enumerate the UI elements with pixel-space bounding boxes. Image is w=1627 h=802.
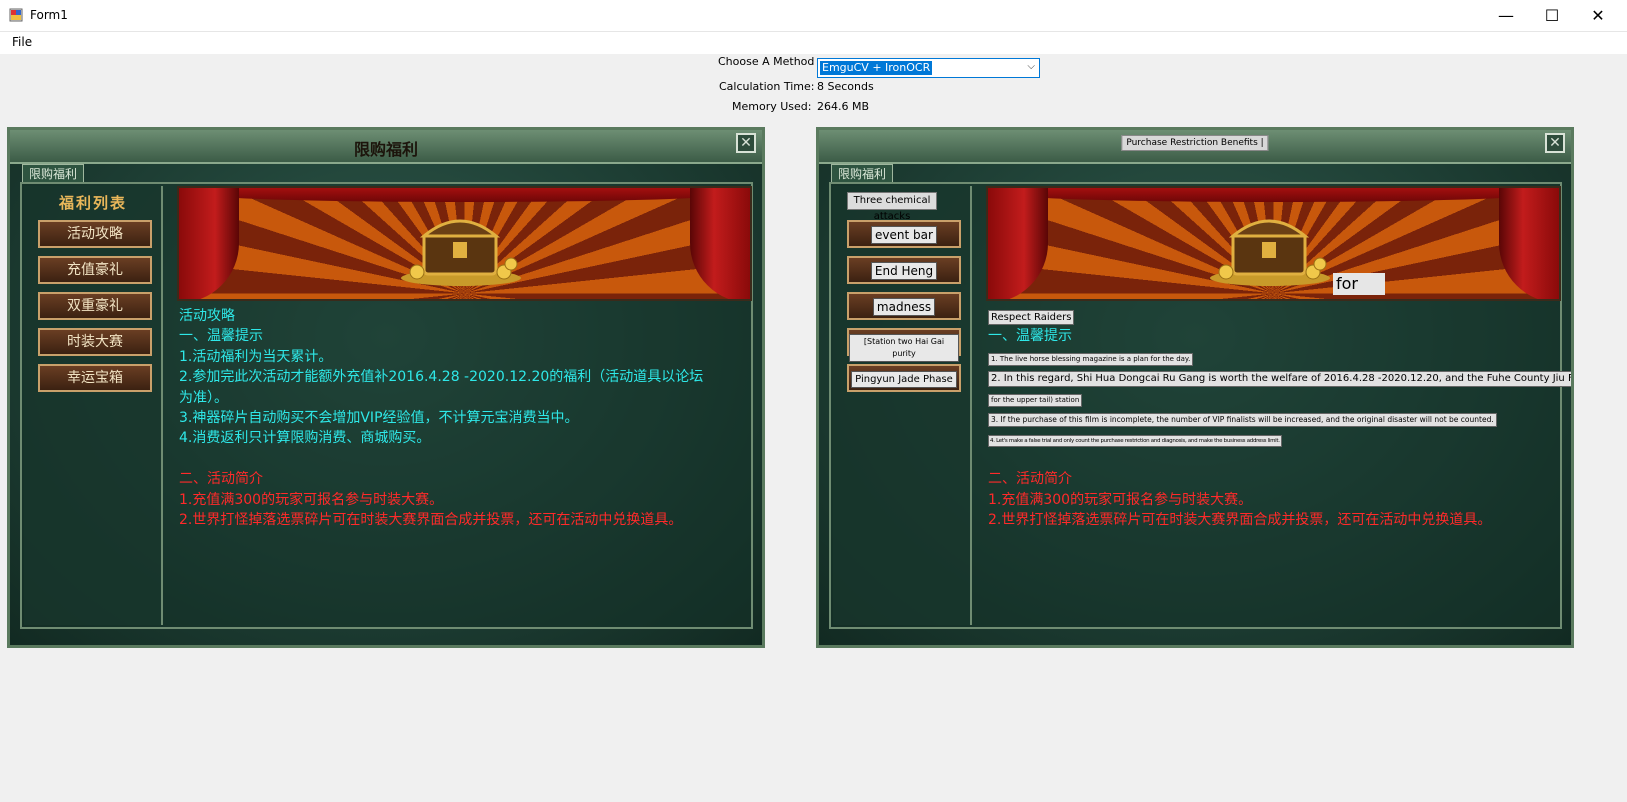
ocr-label: [Station two Hai Gai purity (849, 334, 959, 362)
sidebar: Three chemical attacks event bar End Hen… (833, 186, 972, 625)
content-line: 一、温馨提示 (179, 328, 263, 345)
sidebar-button: [Station two Hai Gai purity (847, 328, 961, 362)
content-line: 二、活动简介 (179, 471, 263, 488)
sidebar-button: 活动攻略 (38, 220, 152, 248)
ocr-line: 3. If the purchase of this film is incom… (988, 412, 1497, 427)
sidebar-button: madness (847, 292, 961, 320)
content-line (179, 449, 754, 469)
content-text: Respect Raiders 一、温馨提示 1. The live horse… (988, 306, 1571, 606)
ocr-line: 4. Let's make a false trial and only cou… (988, 435, 1282, 448)
tab-limited-benefits: 限购福利 (22, 164, 84, 184)
content-line: 活动攻略 (179, 308, 235, 324)
window-title: Form1 (30, 8, 68, 22)
calc-time-label: Calculation Time: (719, 80, 815, 93)
title-bar: Form1 — ☐ ✕ (0, 0, 1627, 32)
ocr-line: Respect Raiders (988, 310, 1075, 325)
sidebar-heading: Three chemical attacks (847, 192, 937, 222)
content-line: 一、温馨提示 (988, 328, 1072, 345)
sidebar-button: 时装大赛 (38, 328, 152, 356)
ocr-line: 2. In this regard, Shi Hua Dongcai Ru Ga… (988, 371, 1571, 388)
close-button[interactable]: ✕ (1575, 0, 1621, 31)
content-line: 2.世界打怪掉落选票碎片可在时装大赛界面合成并投票，还可在活动中兑换道具。 (179, 512, 683, 529)
ocr-result-panel: Purchase Restriction Benefits | ✕ 限购福利 T… (816, 127, 1574, 648)
ocr-label: End Heng (870, 262, 938, 280)
tab-limited-benefits: 限购福利 (831, 164, 893, 184)
sidebar-heading: 福利列表 (58, 194, 127, 212)
content-line: 二、活动简介 (988, 471, 1072, 488)
app-icon (9, 8, 23, 22)
ocr-line: 1. The live horse blessing magazine is a… (988, 352, 1194, 366)
sidebar-button: 幸运宝箱 (38, 364, 152, 392)
content-line: 2.世界打怪掉落选票碎片可在时装大赛界面合成并投票，还可在活动中兑换道具。 (988, 511, 1492, 528)
ocr-label: madness (872, 298, 936, 316)
panel-title: Purchase Restriction Benefits | (1121, 135, 1269, 151)
ocr-label: Pingyun Jade Phase (851, 371, 957, 388)
ocr-label: event bar (871, 226, 937, 244)
memory-value: 264.6 MB (817, 100, 870, 113)
content-line: 3.神器碎片自动购买不会增加VIP经验值，不计算元宝消费当中。 (179, 410, 579, 427)
content-line: 1.活动福利为当天累计。 (179, 348, 333, 365)
close-icon: ✕ (1545, 133, 1565, 153)
treasure-chest-icon (401, 219, 521, 286)
panel-body: Three chemical attacks event bar End Hen… (829, 182, 1571, 629)
method-select[interactable]: EmguCV + IronOCR ⌵ (817, 58, 1040, 78)
panel-title-bar: Purchase Restriction Benefits | (819, 130, 1571, 164)
sidebar-button: 双重豪礼 (38, 292, 152, 320)
content-text: 活动攻略 一、温馨提示 1.活动福利为当天累计。 2.参加完此次活动才能额外充值… (179, 306, 754, 606)
content-line: 1.充值满300的玩家可报名参与时装大赛。 (988, 491, 1253, 508)
banner-ocr-label: for (1333, 273, 1385, 295)
ocr-line: for the upper tail) station (988, 393, 1083, 407)
sidebar-button: event bar (847, 220, 961, 248)
sidebar-button: Pingyun Jade Phase (847, 364, 961, 392)
original-image-panel: 限购福利 ✕ 限购福利 福利列表 活动攻略 充值豪礼 双重豪礼 时装大赛 幸运宝… (7, 127, 765, 648)
content-line (988, 449, 1563, 469)
method-label: Choose A Method (718, 55, 815, 68)
treasure-chest-icon (1210, 219, 1330, 286)
content-line: 为准）。 (179, 389, 228, 406)
sidebar-button: End Heng (847, 256, 961, 284)
banner-image: for (986, 186, 1561, 301)
panel-body: 福利列表 活动攻略 充值豪礼 双重豪礼 时装大赛 幸运宝箱 活动攻略 一、温馨提 (20, 182, 753, 629)
sidebar-button: 充值豪礼 (38, 256, 152, 284)
minimize-button[interactable]: — (1483, 0, 1529, 31)
content-line: 4.消费返利只计算限购消费、商城购买。 (179, 430, 431, 447)
panel-title: 限购福利 (353, 140, 418, 159)
menu-bar: File (0, 32, 1627, 54)
chevron-down-icon[interactable]: ⌵ (1027, 61, 1035, 72)
banner-image (177, 186, 752, 301)
panel-title-bar: 限购福利 (10, 130, 762, 164)
content-line: 1.充值满300的玩家可报名参与时装大赛。 (179, 491, 444, 508)
memory-label: Memory Used: (732, 100, 812, 113)
menu-file[interactable]: File (12, 35, 32, 49)
content-line: 2.参加完此次活动才能额外充值补2016.4.28 -2020.12.20的福利… (179, 369, 704, 386)
sidebar: 福利列表 活动攻略 充值豪礼 双重豪礼 时装大赛 幸运宝箱 (24, 186, 163, 625)
maximize-button[interactable]: ☐ (1529, 0, 1575, 31)
method-select-value: EmguCV + IronOCR (820, 61, 933, 75)
close-icon: ✕ (736, 133, 756, 153)
calc-time-value: 8 Seconds (817, 80, 874, 93)
